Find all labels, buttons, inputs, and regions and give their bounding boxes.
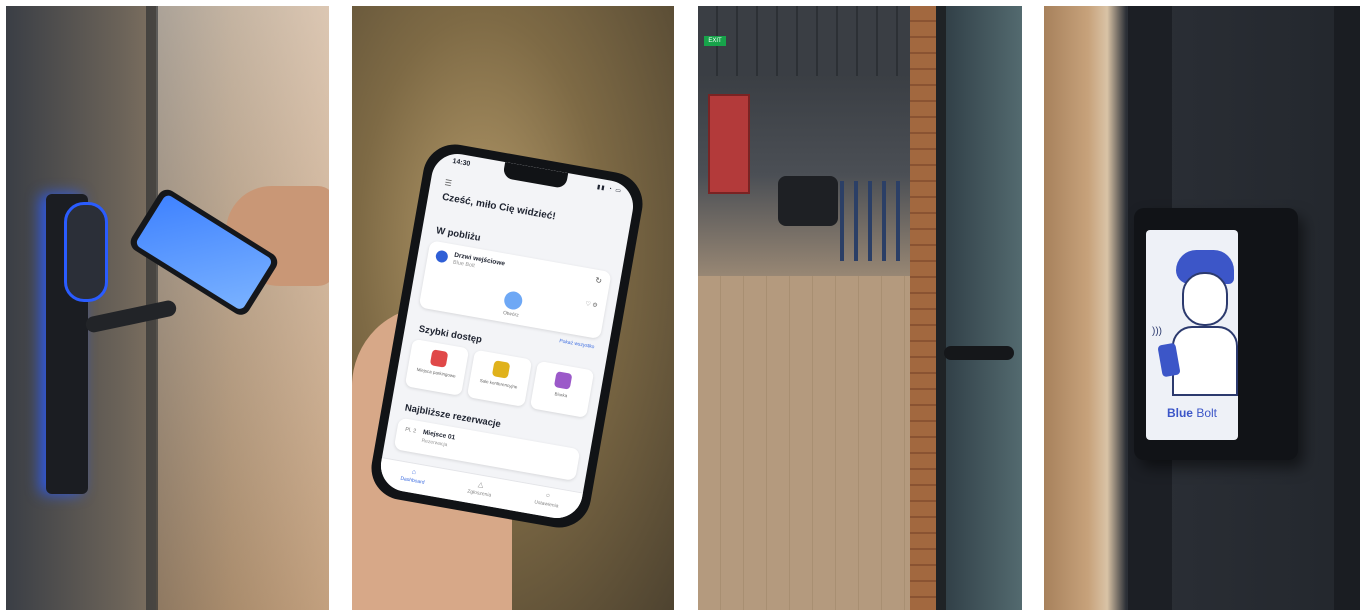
open-door-button[interactable]	[502, 290, 524, 311]
quick-access-row: Miejsca parkingowe Sale konferencyjne Bi…	[404, 338, 595, 418]
tile-desks[interactable]: Biurka	[529, 360, 595, 418]
lock-blue-led	[64, 202, 108, 302]
door-icon	[434, 249, 449, 264]
show-all-link[interactable]: Pokaż wszystko	[559, 338, 595, 350]
red-phone-booth	[708, 94, 750, 194]
greeting-title: Cześć, miło Cię widzieć!	[441, 191, 557, 223]
tab-dashboard[interactable]: ⌂ Dashboard	[377, 458, 449, 498]
signal-battery-icon: ▮▮ ◔ ▭	[596, 184, 623, 195]
door-handle	[944, 346, 1014, 360]
photo-blue-bolt-reader: ))) Blue Bolt	[1044, 6, 1360, 610]
tab-settings[interactable]: ○ Ustawienia	[511, 482, 583, 522]
tile-label: Sale konferencyjne	[479, 377, 518, 390]
glass-door	[940, 6, 1022, 610]
wooden-floor	[698, 276, 918, 610]
conference-icon	[491, 360, 511, 379]
brand-logo: Blue Bolt	[1166, 406, 1218, 420]
photo-phone-app: 14:30 ▮▮ ◔ ▭ ☰ Cześć, miło Cię widzieć! …	[352, 6, 674, 610]
desk-icon	[554, 371, 573, 390]
smartphone: 14:30 ▮▮ ◔ ▭ ☰ Cześć, miło Cię widzieć! …	[366, 139, 648, 533]
menu-icon[interactable]: ☰	[444, 178, 453, 188]
photo-office-open-door: EXIT	[698, 6, 1022, 610]
reader-sticker: ))) Blue Bolt	[1146, 230, 1238, 440]
favorite-icon[interactable]: ♡ ⚙	[585, 300, 598, 309]
mascot-body	[1172, 326, 1238, 396]
nearby-title: W pobliżu	[435, 225, 482, 244]
nearby-door-card[interactable]: Drzwi wejściowe Blue Bolt ↻ ♡ ⚙ Otwórz	[418, 240, 612, 340]
door-edge	[1334, 6, 1360, 610]
sofa	[778, 176, 838, 226]
nfc-wave-icon: )))	[1152, 326, 1162, 337]
tile-parking[interactable]: Miejsca parkingowe	[404, 338, 470, 396]
bar-stools	[840, 181, 900, 261]
app-screen: 14:30 ▮▮ ◔ ▭ ☰ Cześć, miło Cię widzieć! …	[376, 149, 638, 523]
reservation-floor: Pl. 2	[404, 426, 417, 435]
mascot-face	[1182, 272, 1228, 326]
parking-icon	[429, 349, 448, 368]
door-frame	[936, 6, 946, 610]
refresh-icon[interactable]: ↻	[595, 276, 603, 286]
phone-notch	[502, 162, 569, 189]
status-time: 14:30	[451, 157, 471, 168]
tile-conference[interactable]: Sale konferencyjne	[467, 349, 532, 407]
photo-lock-with-phone	[6, 6, 329, 610]
tile-label: Miejsca parkingowe	[416, 366, 457, 379]
access-reader: ))) Blue Bolt	[1134, 208, 1298, 460]
tile-label: Biurka	[554, 391, 568, 399]
exit-sign: EXIT	[704, 36, 726, 46]
tab-requests[interactable]: △ Zgłoszenia	[444, 470, 516, 510]
